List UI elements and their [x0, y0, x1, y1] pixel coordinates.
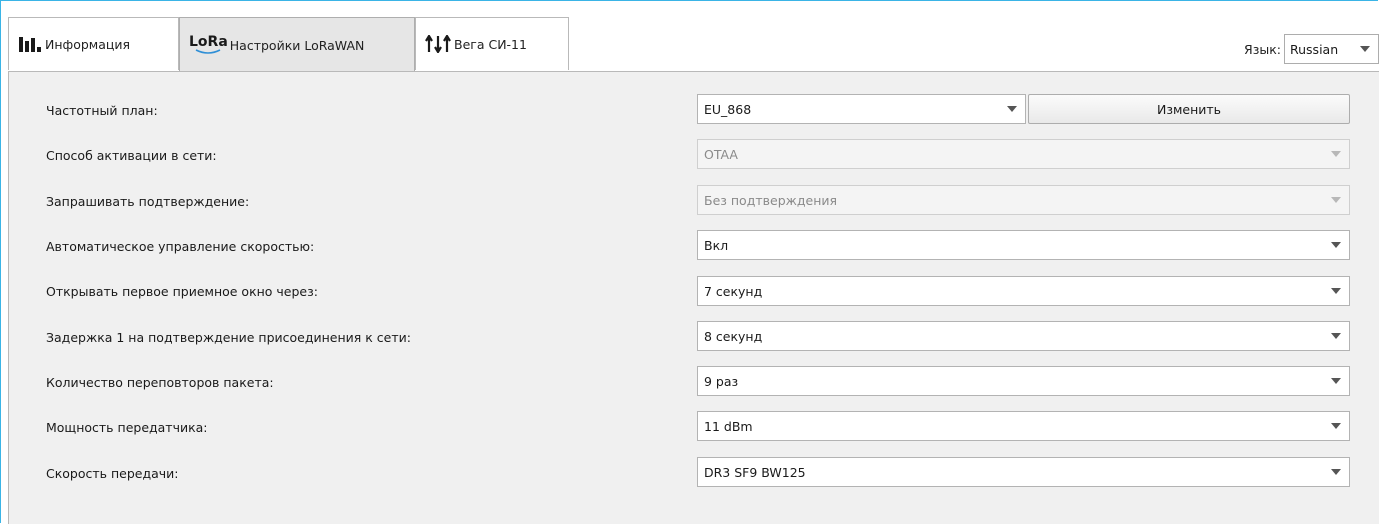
tx-power-select[interactable]: 11 dBm	[697, 411, 1350, 441]
chevron-down-icon	[1331, 423, 1341, 429]
request-confirmation-label: Запрашивать подтверждение:	[46, 194, 250, 209]
request-confirmation-value: Без подтверждения	[704, 192, 838, 208]
language-selector: Язык: Russian	[1244, 34, 1379, 64]
packet-retries-select[interactable]: 9 раз	[697, 366, 1350, 396]
language-label: Язык:	[1244, 41, 1281, 57]
join-accept-delay-select[interactable]: 8 секунд	[697, 321, 1350, 351]
frequency-plan-label: Частотный план:	[46, 103, 158, 118]
frequency-plan-value: EU_868	[704, 101, 752, 117]
chevron-down-icon	[1331, 469, 1341, 475]
adaptive-data-rate-label: Автоматическое управление скоростью:	[46, 239, 315, 254]
activation-method-select: OTAA	[697, 139, 1350, 169]
packet-retries-value: 9 раз	[704, 373, 739, 389]
data-rate-select[interactable]: DR3 SF9 BW125	[697, 457, 1350, 487]
arrows-settings-icon	[425, 35, 451, 53]
tab-lorawan-settings[interactable]: LoRa Настройки LoRaWAN	[179, 17, 415, 72]
lora-icon: LoRa	[189, 35, 228, 55]
chevron-down-icon	[1331, 288, 1341, 294]
tab-vega-si11-label: Вега СИ-11	[454, 36, 527, 52]
tab-lorawan-settings-label: Настройки LoRaWAN	[229, 37, 365, 53]
chevron-down-icon	[1331, 197, 1341, 203]
chevron-down-icon	[1360, 46, 1370, 52]
activation-method-label: Способ активации в сети:	[46, 148, 217, 163]
adaptive-data-rate-value: Вкл	[704, 237, 729, 253]
rx1-window-delay-label: Открывать первое приемное окно через:	[46, 284, 318, 299]
tab-information-label: Информация	[45, 36, 131, 52]
frequency-plan-select[interactable]: EU_868	[697, 94, 1026, 124]
language-value: Russian	[1290, 41, 1339, 57]
chevron-down-icon	[1331, 378, 1341, 384]
join-accept-delay-value: 8 секунд	[704, 328, 763, 344]
packet-retries-label: Количество переповторов пакета:	[46, 375, 274, 390]
request-confirmation-select: Без подтверждения	[697, 185, 1350, 215]
lora-logo-text: LoRa	[189, 34, 228, 50]
chevron-down-icon	[1331, 242, 1341, 248]
tab-information[interactable]: Информация	[8, 17, 179, 70]
language-dropdown[interactable]: Russian	[1284, 34, 1379, 64]
bar-chart-icon	[18, 36, 42, 53]
tab-vega-si11[interactable]: Вега СИ-11	[415, 17, 569, 70]
tx-power-label: Мощность передатчика:	[46, 420, 208, 435]
chevron-down-icon	[1331, 333, 1341, 339]
chevron-down-icon	[1007, 106, 1017, 112]
change-button[interactable]: Изменить	[1028, 94, 1350, 124]
tx-power-value: 11 dBm	[704, 418, 753, 434]
chevron-down-icon	[1331, 151, 1341, 157]
rx1-window-delay-value: 7 секунд	[704, 283, 763, 299]
data-rate-value: DR3 SF9 BW125	[704, 464, 806, 480]
adaptive-data-rate-select[interactable]: Вкл	[697, 230, 1350, 260]
activation-method-value: OTAA	[704, 146, 738, 162]
join-accept-delay-label: Задержка 1 на подтверждение присоединени…	[46, 330, 411, 345]
rx1-window-delay-select[interactable]: 7 секунд	[697, 276, 1350, 306]
data-rate-label: Скорость передачи:	[46, 466, 179, 481]
